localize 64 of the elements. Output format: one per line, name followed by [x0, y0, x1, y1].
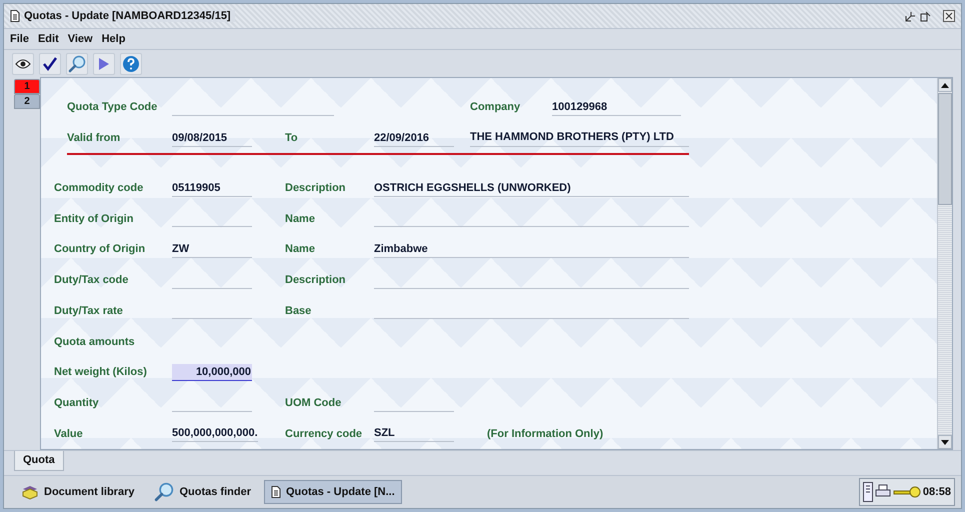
input-field[interactable]: 05119905 [172, 180, 252, 197]
scrollbar[interactable] [937, 78, 952, 449]
help-icon [122, 54, 140, 72]
window-title: Quotas - Update [NAMBOARD12345/15] [24, 10, 235, 22]
field-label: Base [285, 304, 312, 317]
field-label: Name [285, 243, 316, 256]
menu-item[interactable]: View [68, 33, 93, 45]
search-icon [154, 482, 174, 502]
taskbar-item[interactable]: Quotas finder [147, 480, 258, 504]
field-label: Duty/Tax code [54, 274, 130, 286]
field-label: Currency code [285, 428, 364, 440]
field-label: Valid from [66, 132, 122, 144]
down-arrow-icon[interactable] [941, 440, 949, 444]
taskbar-item[interactable]: Document library [14, 480, 142, 504]
input-field[interactable]: ZW [172, 240, 252, 258]
field-label: Description [285, 182, 347, 194]
field-label: Company [470, 101, 522, 114]
field-label: Name [285, 212, 316, 225]
input-field[interactable]: OSTRICH EGGSHELLS (UNWORKED) [374, 180, 689, 197]
menu-item[interactable]: Edit [38, 33, 59, 45]
view-button[interactable] [12, 52, 34, 74]
company-name: THE HAMMOND BROTHERS (PTY) LTD [470, 129, 689, 148]
field-label: UOM Code [285, 397, 342, 409]
field-label: Quota amounts [54, 336, 136, 348]
taskbar-item[interactable]: Quotas - Update [N... [264, 480, 402, 504]
input-field[interactable]: 09/08/2015 [172, 130, 252, 147]
field-label: Duty/Tax rate [54, 304, 124, 317]
page-tab[interactable]: 2 [14, 94, 40, 109]
field-label: Value [54, 428, 84, 440]
field-label: Quota Type Code [66, 101, 158, 114]
help-button[interactable] [120, 52, 142, 74]
close-icon[interactable] [943, 10, 955, 22]
field-label: Net weight (Kilos) [54, 366, 148, 378]
document-icon [270, 486, 281, 498]
field-label: Description [285, 274, 347, 286]
menu-item[interactable]: File [10, 33, 29, 45]
key-icon [892, 485, 921, 499]
checkmark-icon [42, 56, 58, 72]
run-button[interactable] [93, 52, 115, 74]
section-tab[interactable]: Quota [14, 451, 64, 471]
search-button[interactable] [66, 52, 88, 74]
up-arrow-icon[interactable] [941, 82, 949, 88]
field-label: Quantity [54, 397, 100, 409]
input-field[interactable]: 10,000,000 [172, 364, 252, 381]
save-button[interactable] [39, 52, 61, 74]
scroll-thumb[interactable] [938, 93, 952, 205]
field-label: Country of Origin [54, 243, 146, 256]
eye-icon [15, 58, 31, 68]
play-icon [98, 56, 110, 70]
input-field[interactable]: SZL [374, 425, 454, 442]
computer-icon [862, 482, 873, 502]
field-label: Entity of Origin [54, 212, 134, 225]
input-field[interactable]: Zimbabwe [374, 240, 689, 258]
note-text: (For Information Only) [486, 428, 604, 440]
field-label: Commodity code [54, 182, 144, 194]
search-icon [68, 54, 86, 72]
page-tab[interactable]: 1 [14, 79, 40, 94]
input-field[interactable]: 500,000,000,000. [172, 425, 258, 442]
input-field[interactable]: 100129968 [552, 98, 681, 116]
clock: 08:58 [922, 486, 951, 498]
menu-item[interactable]: Help [102, 33, 126, 45]
document-icon [10, 10, 20, 22]
field-label: To [285, 132, 299, 144]
input-field[interactable]: 22/09/2016 [374, 130, 454, 147]
